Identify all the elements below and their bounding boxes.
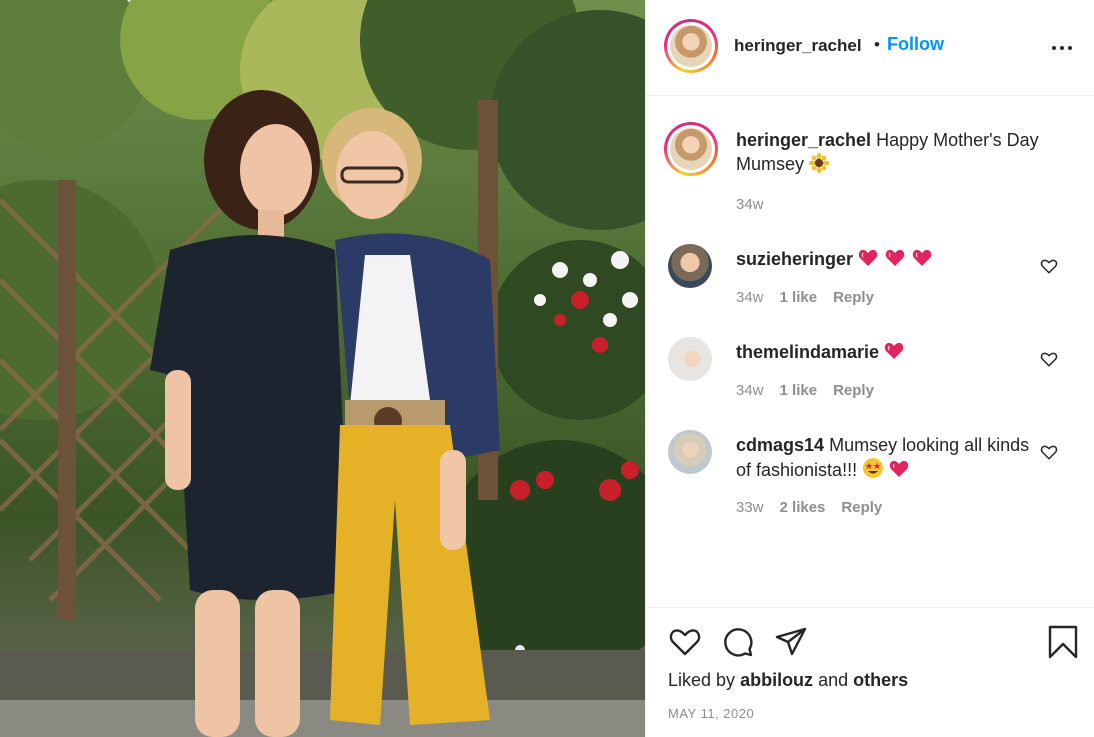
comment-meta: 34w 1 like Reply (736, 382, 874, 399)
liked-by-user[interactable]: abbilouz (740, 670, 813, 690)
caption-timestamp[interactable]: 34w (736, 196, 764, 213)
commenter-avatar[interactable] (668, 430, 712, 474)
post-date[interactable]: MAY 11, 2020 (668, 706, 754, 721)
author-username[interactable]: heringer_rachel (734, 36, 862, 56)
comment-likes[interactable]: 1 like (780, 289, 818, 306)
heart-icon[interactable] (668, 625, 702, 659)
caption-avatar[interactable] (664, 122, 718, 176)
comment-like-heart-icon[interactable] (1040, 443, 1058, 461)
post-actions: Liked by abbilouz and others MAY 11, 202… (646, 607, 1094, 737)
instagram-post: heringer_rachel • Follow heringer_rachel… (0, 0, 1094, 737)
comment-text: suzieheringer (736, 247, 1036, 271)
follow-button[interactable]: Follow (887, 34, 944, 55)
comment-text: cdmags14 Mumsey looking all kinds of fas… (736, 433, 1036, 482)
more-options-icon[interactable] (1052, 36, 1082, 60)
comment-likes[interactable]: 2 likes (780, 499, 826, 516)
separator-dot: • (874, 35, 880, 54)
comment-icon[interactable] (721, 625, 755, 659)
post-photo[interactable] (0, 0, 645, 737)
red-heart-emoji (858, 249, 878, 266)
likes-others-link[interactable]: others (853, 670, 908, 690)
red-heart-emoji (885, 249, 905, 266)
comment-meta: 34w 1 like Reply (736, 289, 874, 306)
photo-illustration (0, 0, 645, 737)
caption-username[interactable]: heringer_rachel (736, 130, 871, 150)
likes-summary: Liked by abbilouz and others (668, 670, 908, 691)
reply-button[interactable]: Reply (833, 289, 874, 306)
comment-meta: 33w 2 likes Reply (736, 499, 882, 516)
caption-text: heringer_rachel Happy Mother's Day Mumse… (736, 128, 1066, 176)
commenter-username[interactable]: cdmags14 (736, 435, 824, 455)
commenter-avatar[interactable] (668, 244, 712, 288)
comment-time[interactable]: 34w (736, 289, 764, 306)
author-avatar[interactable] (664, 19, 718, 73)
comment-time[interactable]: 34w (736, 382, 764, 399)
bookmark-icon[interactable] (1046, 625, 1080, 659)
red-heart-emoji (889, 460, 909, 477)
comment-like-heart-icon[interactable] (1040, 350, 1058, 368)
comment-text: themelindamarie (736, 340, 1036, 364)
post-header: heringer_rachel • Follow (646, 0, 1094, 96)
reply-button[interactable]: Reply (833, 382, 874, 399)
commenter-username[interactable]: themelindamarie (736, 342, 879, 362)
comment-likes[interactable]: 1 like (780, 382, 818, 399)
post-side-panel: heringer_rachel • Follow heringer_rachel… (645, 0, 1094, 737)
reply-button[interactable]: Reply (841, 499, 882, 516)
paper-plane-icon[interactable] (774, 625, 808, 659)
commenter-username[interactable]: suzieheringer (736, 249, 853, 269)
sunflower-emoji (809, 153, 830, 173)
comment-like-heart-icon[interactable] (1040, 257, 1058, 275)
star-struck-emoji (863, 458, 884, 478)
red-heart-emoji (884, 342, 904, 359)
comment-time[interactable]: 33w (736, 499, 764, 516)
red-heart-emoji (912, 249, 932, 266)
likes-prefix: Liked by (668, 670, 736, 690)
likes-and: and (818, 670, 849, 690)
commenter-avatar[interactable] (668, 337, 712, 381)
